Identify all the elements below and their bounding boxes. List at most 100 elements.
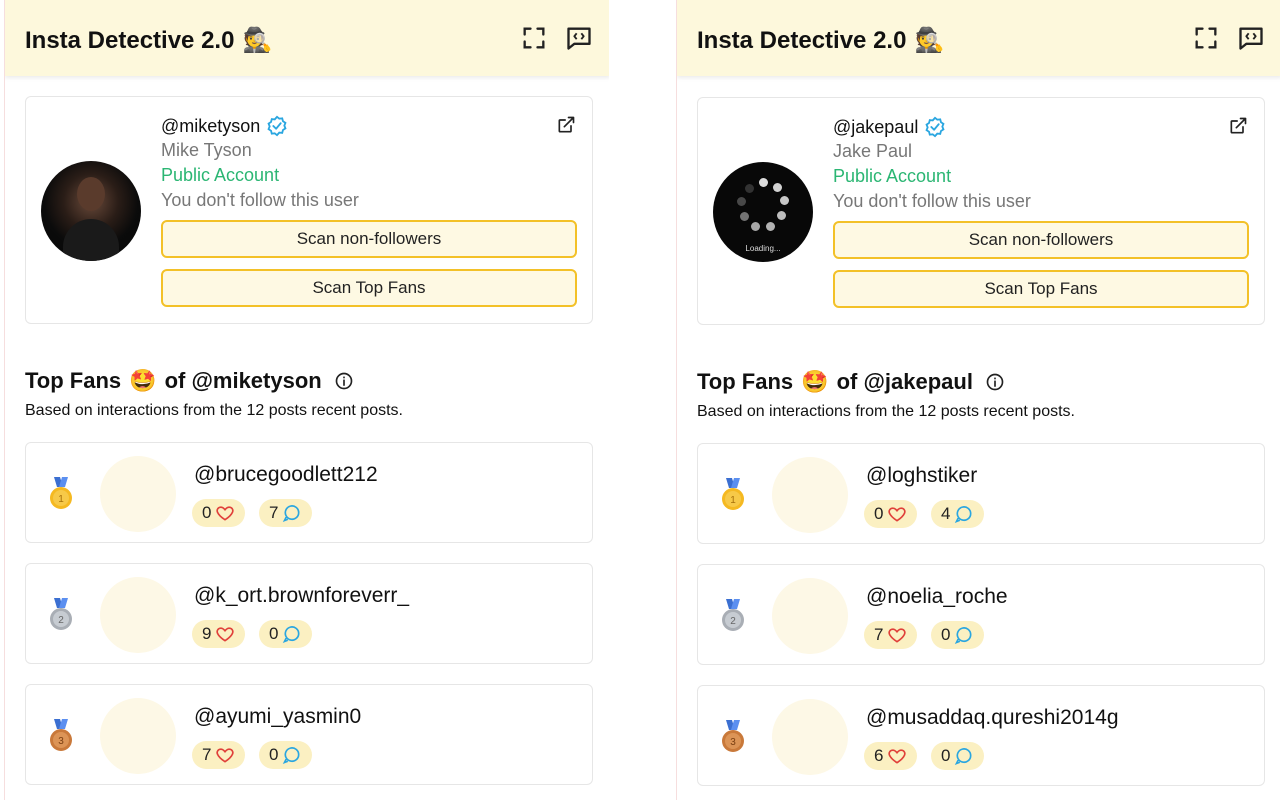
comments-value: 7 bbox=[269, 503, 279, 522]
top-fans-title: Top Fans 🤩 of @miketyson bbox=[25, 368, 354, 394]
app-title-text: Insta Detective 2.0 bbox=[697, 26, 907, 54]
verified-icon bbox=[267, 115, 287, 137]
app-title-text: Insta Detective 2.0 bbox=[25, 26, 235, 54]
likes-count: 7 bbox=[864, 621, 918, 649]
comment-icon bbox=[955, 748, 972, 766]
heart-icon bbox=[216, 627, 235, 642]
bronze-medal-icon: 3 bbox=[722, 720, 744, 752]
fan-avatar bbox=[772, 699, 848, 775]
app-title: Insta Detective 2.0 🕵️ bbox=[25, 26, 272, 55]
likes-count: 0 bbox=[864, 500, 918, 528]
fullscreen-icon[interactable] bbox=[520, 24, 548, 52]
silver-medal-icon: 2 bbox=[722, 599, 744, 631]
info-icon[interactable] bbox=[334, 371, 354, 391]
likes-value: 0 bbox=[202, 503, 212, 522]
detective-icon: 🕵️ bbox=[242, 27, 273, 54]
detective-icon: 🕵️ bbox=[914, 27, 945, 54]
section-title-target: of @miketyson bbox=[164, 368, 322, 393]
fan-card[interactable]: 3 @musaddaq.qureshi2014g 6 0 bbox=[697, 685, 1265, 786]
fan-handle[interactable]: @noelia_roche bbox=[866, 585, 1008, 609]
likes-value: 9 bbox=[202, 624, 212, 643]
section-title-target: of @jakepaul bbox=[836, 369, 973, 394]
comment-icon bbox=[955, 627, 972, 645]
heart-icon bbox=[888, 507, 907, 522]
feedback-icon[interactable] bbox=[1237, 24, 1265, 52]
comments-value: 0 bbox=[269, 624, 279, 643]
fan-card[interactable]: 2 @noelia_roche 7 0 bbox=[697, 564, 1265, 665]
scan-top-fans-button[interactable]: Scan Top Fans bbox=[161, 269, 577, 307]
likes-count: 9 bbox=[192, 620, 246, 648]
scan-top-fans-button[interactable]: Scan Top Fans bbox=[833, 270, 1249, 308]
fan-handle[interactable]: @musaddaq.qureshi2014g bbox=[866, 706, 1119, 730]
fan-card[interactable]: 1 @loghstiker 0 4 bbox=[697, 443, 1265, 544]
fan-avatar bbox=[100, 577, 176, 653]
comment-icon bbox=[283, 747, 300, 765]
heart-icon bbox=[888, 749, 907, 764]
scan-non-followers-button[interactable]: Scan non-followers bbox=[161, 220, 577, 258]
likes-value: 6 bbox=[874, 746, 884, 765]
account-type: Public Account bbox=[161, 165, 280, 185]
fan-card[interactable]: 1 @brucegoodlett212 0 7 bbox=[25, 442, 593, 543]
comments-count: 0 bbox=[259, 620, 313, 648]
section-subtitle: Based on interactions from the 12 posts … bbox=[697, 403, 1075, 420]
section-title-prefix: Top Fans bbox=[25, 368, 122, 393]
likes-count: 0 bbox=[192, 499, 246, 527]
section-subtitle: Based on interactions from the 12 posts … bbox=[25, 402, 403, 419]
profile-info: @jakepaul Jake Paul Public Account You d… bbox=[833, 116, 1031, 213]
profile-card: @miketyson Mike Tyson Public Account You… bbox=[25, 96, 593, 324]
fullscreen-icon[interactable] bbox=[1192, 24, 1220, 52]
verified-icon bbox=[925, 116, 945, 138]
svg-text:1: 1 bbox=[730, 495, 736, 506]
fan-avatar bbox=[100, 698, 176, 774]
comments-value: 4 bbox=[941, 504, 951, 523]
fan-handle[interactable]: @brucegoodlett212 bbox=[194, 463, 378, 487]
comments-value: 0 bbox=[941, 746, 951, 765]
comments-count: 0 bbox=[931, 621, 985, 649]
svg-text:1: 1 bbox=[58, 494, 64, 505]
profile-name: Jake Paul bbox=[833, 141, 913, 161]
avatar bbox=[41, 161, 141, 261]
feedback-icon[interactable] bbox=[565, 24, 593, 52]
gold-medal-icon: 1 bbox=[722, 478, 744, 510]
fan-handle[interactable]: @loghstiker bbox=[866, 464, 977, 488]
fan-avatar bbox=[772, 457, 848, 533]
comments-value: 0 bbox=[269, 745, 279, 764]
info-icon[interactable] bbox=[985, 372, 1005, 392]
section-title-prefix: Top Fans bbox=[697, 369, 794, 394]
follow-status: You don't follow this user bbox=[161, 190, 359, 210]
profile-handle[interactable]: @jakepaul bbox=[833, 117, 918, 138]
scan-non-followers-button[interactable]: Scan non-followers bbox=[833, 221, 1249, 259]
likes-value: 7 bbox=[874, 625, 884, 644]
comments-value: 0 bbox=[941, 625, 951, 644]
external-link-icon[interactable] bbox=[1228, 116, 1248, 136]
comment-icon bbox=[955, 506, 972, 524]
heart-icon bbox=[888, 628, 907, 643]
profile-name: Mike Tyson bbox=[161, 140, 252, 160]
profile-handle[interactable]: @miketyson bbox=[161, 116, 260, 137]
panel-right: Insta Detective 2.0 🕵️ Loading... @jakep… bbox=[676, 0, 1280, 800]
fan-handle[interactable]: @ayumi_yasmin0 bbox=[194, 705, 361, 729]
comments-count: 0 bbox=[931, 742, 985, 770]
fan-handle[interactable]: @k_ort.brownforeverr_ bbox=[194, 584, 409, 608]
likes-value: 7 bbox=[202, 745, 212, 764]
svg-text:3: 3 bbox=[58, 736, 64, 747]
fan-card[interactable]: 2 @k_ort.brownforeverr_ 9 0 bbox=[25, 563, 593, 664]
app-header: Insta Detective 2.0 🕵️ bbox=[5, 0, 609, 76]
comments-count: 7 bbox=[259, 499, 313, 527]
comment-icon bbox=[283, 505, 300, 523]
panel-left: Insta Detective 2.0 🕵️ @miketyson Mike T… bbox=[4, 0, 609, 800]
comments-count: 0 bbox=[259, 741, 313, 769]
app-header: Insta Detective 2.0 🕵️ bbox=[677, 0, 1280, 76]
silver-medal-icon: 2 bbox=[50, 598, 72, 630]
likes-count: 7 bbox=[192, 741, 246, 769]
avatar-loading: Loading... bbox=[713, 162, 813, 262]
likes-count: 6 bbox=[864, 742, 918, 770]
likes-value: 0 bbox=[874, 504, 884, 523]
loading-spinner bbox=[733, 178, 793, 238]
profile-info: @miketyson Mike Tyson Public Account You… bbox=[161, 115, 359, 212]
heart-icon bbox=[216, 748, 235, 763]
fan-card[interactable]: 3 @ayumi_yasmin0 7 0 bbox=[25, 684, 593, 785]
star-eyes-icon: 🤩 bbox=[801, 369, 829, 394]
top-fans-title: Top Fans 🤩 of @jakepaul bbox=[697, 369, 1005, 395]
external-link-icon[interactable] bbox=[556, 115, 576, 135]
